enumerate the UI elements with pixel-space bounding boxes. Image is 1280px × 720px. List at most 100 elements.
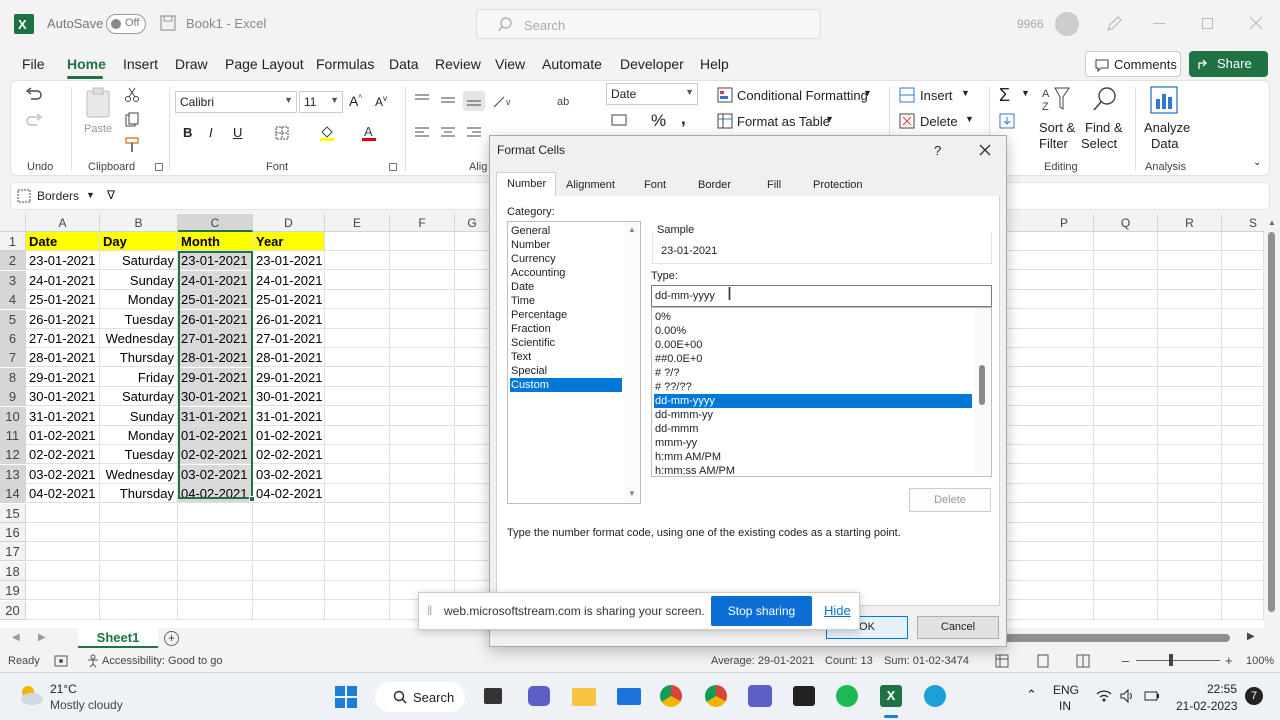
weather-desc[interactable]: Mostly cloudy (50, 698, 123, 712)
type-input[interactable]: dd-mm-yyyy I (651, 284, 992, 307)
empty-cell[interactable] (1158, 484, 1222, 504)
row-header[interactable]: 15 (0, 503, 26, 523)
empty-cell[interactable] (1094, 600, 1158, 620)
accessibility-icon[interactable] (86, 654, 100, 668)
tab-protection[interactable]: Protection (813, 179, 863, 191)
status-average[interactable]: Average: 29-01-2021 (711, 655, 814, 667)
empty-cell[interactable] (455, 348, 490, 368)
search-box[interactable]: Search (476, 9, 821, 39)
align-bottom-icon[interactable] (463, 91, 485, 111)
row-header[interactable]: 13 (0, 464, 26, 484)
column-header[interactable]: S (1222, 214, 1270, 232)
empty-cell[interactable] (178, 561, 253, 581)
increase-font-icon[interactable]: A^ (349, 93, 362, 109)
table-cell[interactable]: 01-02-2021 (26, 426, 100, 445)
empty-cell[interactable] (1007, 464, 1094, 484)
empty-cell[interactable] (1222, 367, 1264, 387)
borders-icon[interactable] (275, 126, 289, 140)
column-header[interactable]: A (26, 214, 100, 232)
empty-cell[interactable] (455, 503, 490, 523)
excel-taskbar-icon[interactable]: X (880, 685, 902, 707)
tray-overflow-icon[interactable]: ⌃ (1026, 687, 1037, 703)
format-type-item[interactable]: h:mm AM/PM (654, 450, 972, 464)
table-cell[interactable]: 25-01-2021 (26, 290, 100, 310)
format-type-item[interactable]: h:mm:ss AM/PM (654, 464, 972, 478)
category-item[interactable]: Currency (510, 252, 622, 266)
format-as-table-button[interactable]: Format as Table (737, 114, 830, 129)
empty-cell[interactable] (26, 523, 100, 542)
empty-cell[interactable] (455, 426, 490, 445)
borders-label[interactable]: Borders (37, 189, 79, 203)
empty-cell[interactable] (1094, 232, 1158, 251)
table-cell[interactable]: 04-02-2021 (178, 484, 253, 504)
chevron-down-icon[interactable]: ▼ (86, 190, 95, 200)
empty-cell[interactable] (325, 503, 390, 523)
tab-formulas[interactable]: Formulas (316, 56, 374, 72)
row-header[interactable]: 8 (0, 367, 26, 387)
empty-cell[interactable] (1158, 426, 1222, 445)
empty-cell[interactable] (1222, 329, 1264, 348)
tab-alignment[interactable]: Alignment (566, 179, 615, 191)
table-cell[interactable]: Friday (100, 367, 178, 387)
sheet-tab[interactable]: Sheet1 (78, 628, 158, 648)
analyze-data-label-2[interactable]: Data (1151, 136, 1178, 151)
empty-cell[interactable] (253, 503, 325, 523)
table-cell[interactable]: 25-01-2021 (178, 290, 253, 310)
find-select-label-2[interactable]: Select (1081, 136, 1117, 151)
row-header[interactable]: 1 (0, 232, 26, 251)
table-cell[interactable]: 27-01-2021 (253, 329, 325, 348)
tab-data[interactable]: Data (389, 56, 419, 72)
taskbar-search[interactable]: Search (375, 682, 465, 712)
select-all-corner[interactable] (0, 214, 26, 232)
empty-cell[interactable] (325, 600, 390, 620)
align-left-icon[interactable] (414, 126, 430, 140)
empty-cell[interactable] (1158, 561, 1222, 581)
category-item[interactable]: Number (510, 238, 622, 252)
empty-cell[interactable] (1222, 251, 1264, 271)
align-center-icon[interactable] (440, 126, 456, 140)
empty-cell[interactable] (455, 484, 490, 504)
empty-cell[interactable] (1094, 290, 1158, 310)
empty-cell[interactable] (455, 561, 490, 581)
table-cell[interactable]: Tuesday (100, 309, 178, 329)
empty-cell[interactable] (390, 523, 455, 542)
category-item[interactable]: Custom (510, 378, 622, 392)
empty-cell[interactable] (1094, 523, 1158, 542)
table-cell[interactable]: 31-01-2021 (26, 406, 100, 426)
row-header[interactable]: 12 (0, 445, 26, 465)
type-scrollbar[interactable] (974, 308, 990, 476)
windows-start-icon[interactable] (335, 686, 357, 708)
table-cell[interactable]: 04-02-2021 (253, 484, 325, 504)
empty-cell[interactable] (1094, 426, 1158, 445)
empty-cell[interactable] (325, 329, 390, 348)
font-color-icon[interactable]: A (361, 124, 377, 142)
empty-cell[interactable] (100, 581, 178, 601)
weather-temp[interactable]: 21°C (50, 682, 77, 696)
empty-cell[interactable] (455, 406, 490, 426)
empty-cell[interactable] (390, 426, 455, 445)
paste-icon[interactable] (83, 87, 113, 119)
table-cell[interactable]: 02-02-2021 (178, 445, 253, 465)
table-cell[interactable]: 23-01-2021 (178, 251, 253, 271)
format-type-item[interactable]: # ??/?? (654, 380, 972, 394)
category-item[interactable]: Date (510, 280, 622, 294)
empty-cell[interactable] (1007, 445, 1094, 465)
table-cell[interactable]: 03-02-2021 (253, 464, 325, 484)
empty-cell[interactable] (1094, 251, 1158, 271)
chrome-icon[interactable] (660, 685, 682, 707)
empty-cell[interactable] (253, 523, 325, 542)
empty-cell[interactable] (1158, 348, 1222, 368)
tab-review[interactable]: Review (435, 56, 481, 72)
status-sum[interactable]: Sum: 01-02-3474 (884, 655, 969, 667)
table-cell[interactable]: 30-01-2021 (253, 387, 325, 407)
table-cell[interactable]: Saturday (100, 387, 178, 407)
empty-cell[interactable] (178, 542, 253, 562)
category-item[interactable]: Fraction (510, 322, 622, 336)
table-cell[interactable]: 29-01-2021 (253, 367, 325, 387)
clock-time[interactable]: 22:55 (1207, 682, 1237, 696)
empty-cell[interactable] (325, 523, 390, 542)
row-header[interactable]: 9 (0, 387, 26, 407)
empty-cell[interactable] (1222, 600, 1264, 620)
format-type-item[interactable]: 0% (654, 310, 972, 324)
empty-cell[interactable] (455, 290, 490, 310)
